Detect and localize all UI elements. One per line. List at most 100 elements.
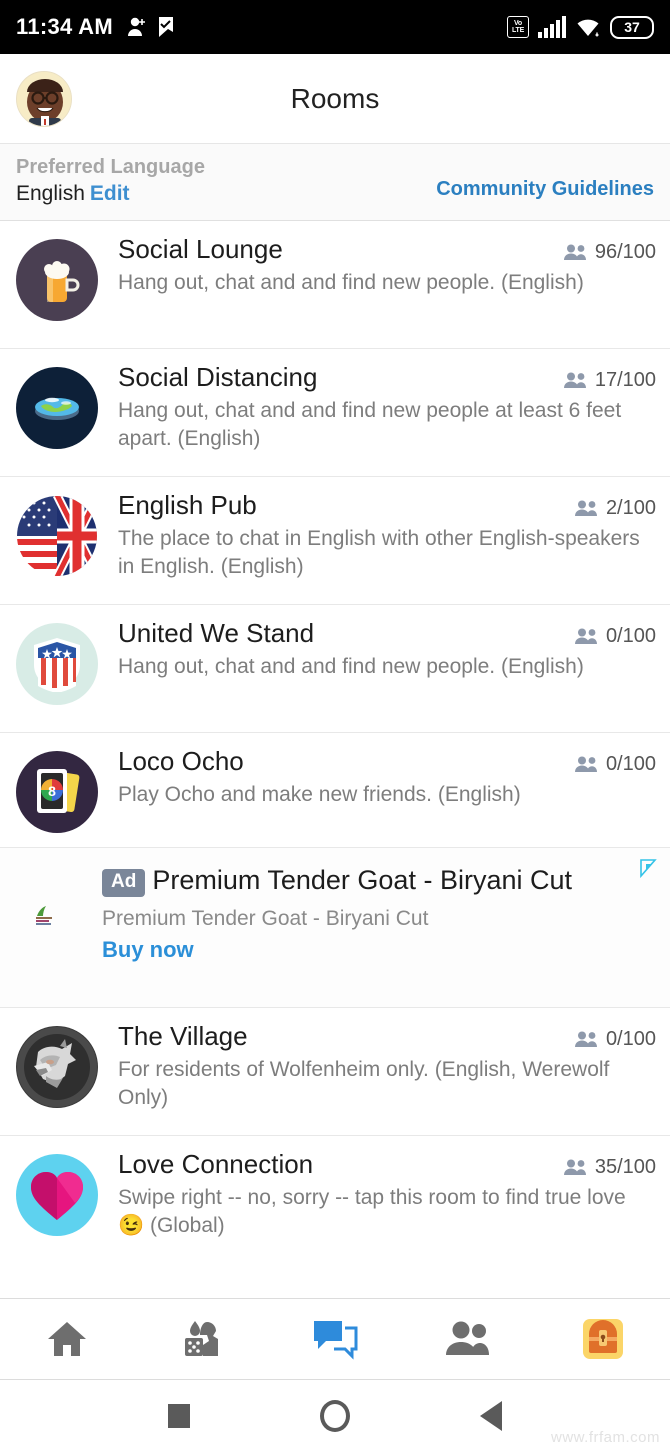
room-title: English Pub [118, 490, 257, 521]
room-count-text: 0/100 [605, 625, 656, 648]
room-occupancy: 0/100 [574, 1028, 656, 1051]
room-description: Hang out, chat and and find new people. … [118, 655, 584, 679]
svg-text:8: 8 [48, 783, 56, 799]
treasure-chest-icon [583, 1319, 623, 1359]
nav-treasure[interactable] [536, 1299, 670, 1379]
preferred-language-bar: Preferred Language English Edit Community… [0, 144, 670, 222]
room-occupancy: 96/100 [563, 241, 656, 264]
room-description: Hang out, chat and and find new people. … [118, 271, 584, 295]
room-occupancy: 35/100 [563, 1156, 656, 1179]
ad-banner[interactable]: Ad Premium Tender Goat - Biryani Cut Prem… [0, 848, 670, 1009]
room-count-text: 96/100 [594, 241, 656, 264]
room-text: Loco Ocho Play Ocho and make new friends… [98, 746, 656, 809]
list-item[interactable]: Social Lounge Hang out, chat and and fin… [0, 221, 670, 350]
status-right-icons: Vo LTE 37 [507, 15, 654, 39]
room-count-text: 2/100 [605, 497, 656, 520]
flat-earth-icon [16, 367, 98, 450]
system-navigation-bar: www.frfam.com [0, 1380, 670, 1452]
beer-mug-icon [16, 239, 98, 322]
room-title: United We Stand [118, 618, 315, 649]
people-icon [574, 500, 597, 517]
ad-buy-now-link[interactable]: Buy now [102, 937, 646, 963]
home-icon [48, 1322, 86, 1356]
list-item[interactable]: Social Distancing Hang out, chat and and… [0, 349, 670, 478]
room-text: English Pub The place to chat in English… [98, 490, 656, 580]
status-time: 11:34 AM [16, 14, 113, 39]
room-count-text: 17/100 [594, 369, 656, 392]
battery-icon: 37 [610, 15, 654, 39]
phone-screen: 11:34 AM Vo LTE 37 Rooms Preferred Langu… [0, 0, 670, 1452]
ad-thumbnail-icon [16, 902, 76, 926]
list-item[interactable]: English Pub The place to chat in English… [0, 477, 670, 606]
heart-icon [16, 1154, 98, 1237]
room-text: The Village For residents of Wolfenheim … [98, 1021, 656, 1111]
ad-subtitle: Premium Tender Goat - Biryani Cut [102, 907, 429, 931]
status-bar: 11:34 AM Vo LTE 37 [0, 0, 670, 54]
battery-level: 37 [624, 19, 640, 35]
list-item[interactable]: 8 Loco Ocho Play Ocho and make new frien… [0, 733, 670, 849]
people-icon [574, 756, 597, 773]
wifi-icon [577, 19, 599, 36]
people-icon [563, 1159, 586, 1176]
people-icon [574, 1031, 597, 1048]
room-count-text: 0/100 [605, 1028, 656, 1051]
status-left-icons [127, 16, 175, 38]
ad-title: Premium Tender Goat - Biryani Cut [152, 865, 572, 896]
patriotic-shield-icon [16, 623, 98, 706]
volte-icon: Vo LTE [507, 16, 529, 38]
room-count-text: 0/100 [605, 753, 656, 776]
language-left: Preferred Language English Edit [16, 154, 205, 208]
volte-bottom: LTE [511, 27, 525, 34]
room-description: Hang out, chat and and find new people a… [118, 399, 622, 450]
watermark: www.frfam.com [550, 1429, 660, 1446]
room-description: Swipe right -- no, sorry -- tap this roo… [118, 1186, 626, 1237]
page-title: Rooms [290, 82, 380, 114]
room-text: United We Stand Hang out, chat and and f… [98, 618, 656, 681]
square-recents-icon[interactable] [168, 1404, 190, 1428]
room-description: For residents of Wolfenheim only. (Engli… [118, 1058, 610, 1109]
language-value-row: English Edit [16, 180, 205, 208]
language-value: English [16, 182, 85, 205]
room-description: Play Ocho and make new friends. (English… [118, 783, 521, 807]
room-title: The Village [118, 1021, 248, 1052]
edit-language-link[interactable]: Edit [90, 182, 130, 205]
people-icon [563, 244, 586, 261]
nav-chat[interactable] [268, 1299, 402, 1379]
nav-games[interactable] [134, 1299, 268, 1379]
add-person-icon [127, 17, 145, 36]
room-count-text: 35/100 [594, 1156, 656, 1179]
circle-home-icon[interactable] [320, 1400, 350, 1432]
volte-top: Vo [513, 20, 523, 27]
ad-content: Ad Premium Tender Goat - Biryani Cut Prem… [76, 864, 656, 963]
wolf-head-icon [16, 1026, 98, 1109]
triangle-back-icon[interactable] [480, 1401, 502, 1431]
people-icon [446, 1321, 489, 1355]
preferred-language-label: Preferred Language [16, 156, 205, 178]
list-item[interactable]: The Village For residents of Wolfenheim … [0, 1008, 670, 1137]
chat-bubble-icon [314, 1321, 358, 1360]
signal-icon [538, 16, 566, 38]
room-occupancy: 0/100 [574, 625, 656, 648]
nav-home[interactable] [0, 1299, 134, 1379]
games-dice-icon [185, 1321, 218, 1356]
list-item[interactable]: Love Connection Swipe right -- no, sorry… [0, 1136, 670, 1264]
people-icon [563, 372, 586, 389]
playing-cards-icon: 8 [16, 751, 98, 834]
list-item[interactable]: United We Stand Hang out, chat and and f… [0, 605, 670, 734]
room-description: The place to chat in English with other … [118, 527, 640, 578]
rooms-list: Social Lounge Hang out, chat and and fin… [0, 221, 670, 1298]
ad-title-row: Ad Premium Tender Goat - Biryani Cut [102, 864, 646, 898]
ad-badge: Ad [102, 869, 146, 898]
room-title: Loco Ocho [118, 746, 244, 777]
people-icon [574, 628, 597, 645]
adchoices-icon[interactable] [638, 858, 658, 883]
bottom-navigation [0, 1298, 670, 1380]
us-uk-flag-icon [16, 495, 98, 578]
room-occupancy: 17/100 [563, 369, 656, 392]
room-occupancy: 2/100 [574, 497, 656, 520]
app-bar: Rooms [0, 54, 670, 144]
community-guidelines-link[interactable]: Community Guidelines [436, 162, 654, 201]
checkmark-flag-icon [158, 17, 173, 37]
nav-people[interactable] [402, 1299, 536, 1379]
room-occupancy: 0/100 [574, 753, 656, 776]
